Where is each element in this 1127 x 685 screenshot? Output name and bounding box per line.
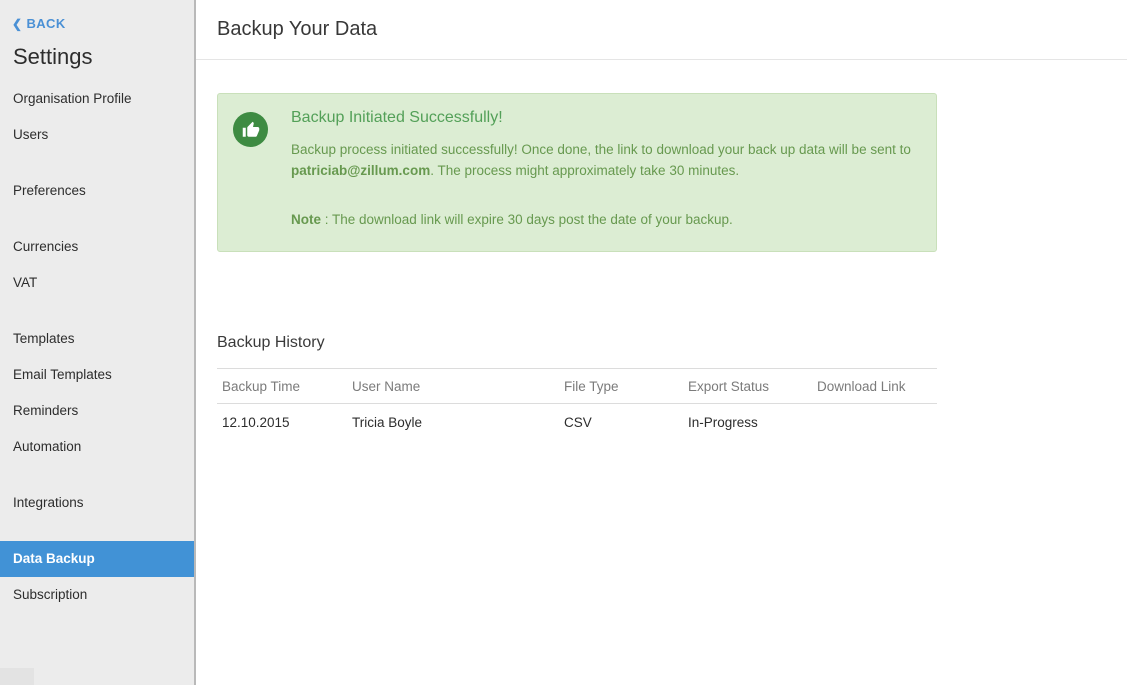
- sidebar: ❮ BACK Settings Organisation Profile Use…: [0, 0, 196, 685]
- note-text: : The download link will expire 30 days …: [321, 212, 733, 227]
- content-area: Backup Initiated Successfully! Backup pr…: [196, 60, 1127, 442]
- page-title: Backup Your Data: [217, 18, 377, 41]
- sidebar-item-vat[interactable]: VAT: [0, 265, 194, 301]
- back-button[interactable]: ❮ BACK: [12, 16, 66, 31]
- sidebar-nav: Organisation Profile Users Preferences C…: [0, 81, 194, 613]
- sidebar-item-email-templates[interactable]: Email Templates: [0, 357, 194, 393]
- nav-group-currencies: Currencies VAT: [0, 229, 194, 301]
- alert-message-text: Backup process initiated successfully! O…: [291, 142, 911, 157]
- partial-element-shade: [0, 668, 34, 685]
- note-label: Note: [291, 212, 321, 227]
- backup-time-cell: 12.10.2015: [217, 404, 347, 442]
- nav-group-templates: Templates Email Templates Reminders Auto…: [0, 321, 194, 465]
- settings-page: ❮ BACK Settings Organisation Profile Use…: [0, 0, 1127, 685]
- alert-title: Backup Initiated Successfully!: [291, 109, 916, 127]
- page-header: Backup Your Data: [196, 0, 1127, 60]
- column-header-user-name: User Name: [347, 369, 559, 404]
- sidebar-item-integrations[interactable]: Integrations: [0, 485, 194, 521]
- export-status-cell: In-Progress: [683, 404, 812, 442]
- main-content: Backup Your Data Backup Initiated Succes…: [196, 0, 1127, 685]
- sidebar-item-subscription[interactable]: Subscription: [0, 577, 194, 613]
- thumbs-up-icon: [233, 112, 268, 147]
- user-name-cell: Tricia Boyle: [347, 404, 559, 442]
- back-label: BACK: [26, 16, 65, 31]
- settings-title: Settings: [13, 44, 194, 70]
- download-link-cell: [812, 404, 937, 442]
- backup-email: patriciab@zillum.com: [291, 163, 430, 178]
- success-alert: Backup Initiated Successfully! Backup pr…: [217, 93, 937, 252]
- sidebar-item-automation[interactable]: Automation: [0, 429, 194, 465]
- sidebar-item-users[interactable]: Users: [0, 117, 194, 153]
- alert-content: Backup Initiated Successfully! Backup pr…: [291, 109, 916, 227]
- sidebar-item-templates[interactable]: Templates: [0, 321, 194, 357]
- nav-group-backup: Data Backup Subscription: [0, 541, 194, 613]
- sidebar-item-organisation-profile[interactable]: Organisation Profile: [0, 81, 194, 117]
- column-header-file-type: File Type: [559, 369, 683, 404]
- column-header-export-status: Export Status: [683, 369, 812, 404]
- column-header-backup-time: Backup Time: [217, 369, 347, 404]
- backup-history-title: Backup History: [217, 334, 1127, 352]
- sidebar-item-reminders[interactable]: Reminders: [0, 393, 194, 429]
- nav-group-integrations: Integrations: [0, 485, 194, 521]
- sidebar-item-data-backup[interactable]: Data Backup: [0, 541, 194, 577]
- backup-history-table: Backup Time User Name File Type Export S…: [217, 368, 937, 442]
- sidebar-item-preferences[interactable]: Preferences: [0, 173, 194, 209]
- table-row: 12.10.2015 Tricia Boyle CSV In-Progress: [217, 404, 937, 442]
- chevron-left-icon: ❮: [12, 17, 22, 31]
- alert-message-text-after: . The process might approximately take 3…: [430, 163, 739, 178]
- alert-note: Note : The download link will expire 30 …: [291, 212, 916, 227]
- nav-group-preferences: Preferences: [0, 173, 194, 209]
- nav-group-organisation: Organisation Profile Users: [0, 81, 194, 153]
- table-header-row: Backup Time User Name File Type Export S…: [217, 369, 937, 404]
- file-type-cell: CSV: [559, 404, 683, 442]
- column-header-download-link: Download Link: [812, 369, 937, 404]
- sidebar-item-currencies[interactable]: Currencies: [0, 229, 194, 265]
- alert-message: Backup process initiated successfully! O…: [291, 139, 916, 181]
